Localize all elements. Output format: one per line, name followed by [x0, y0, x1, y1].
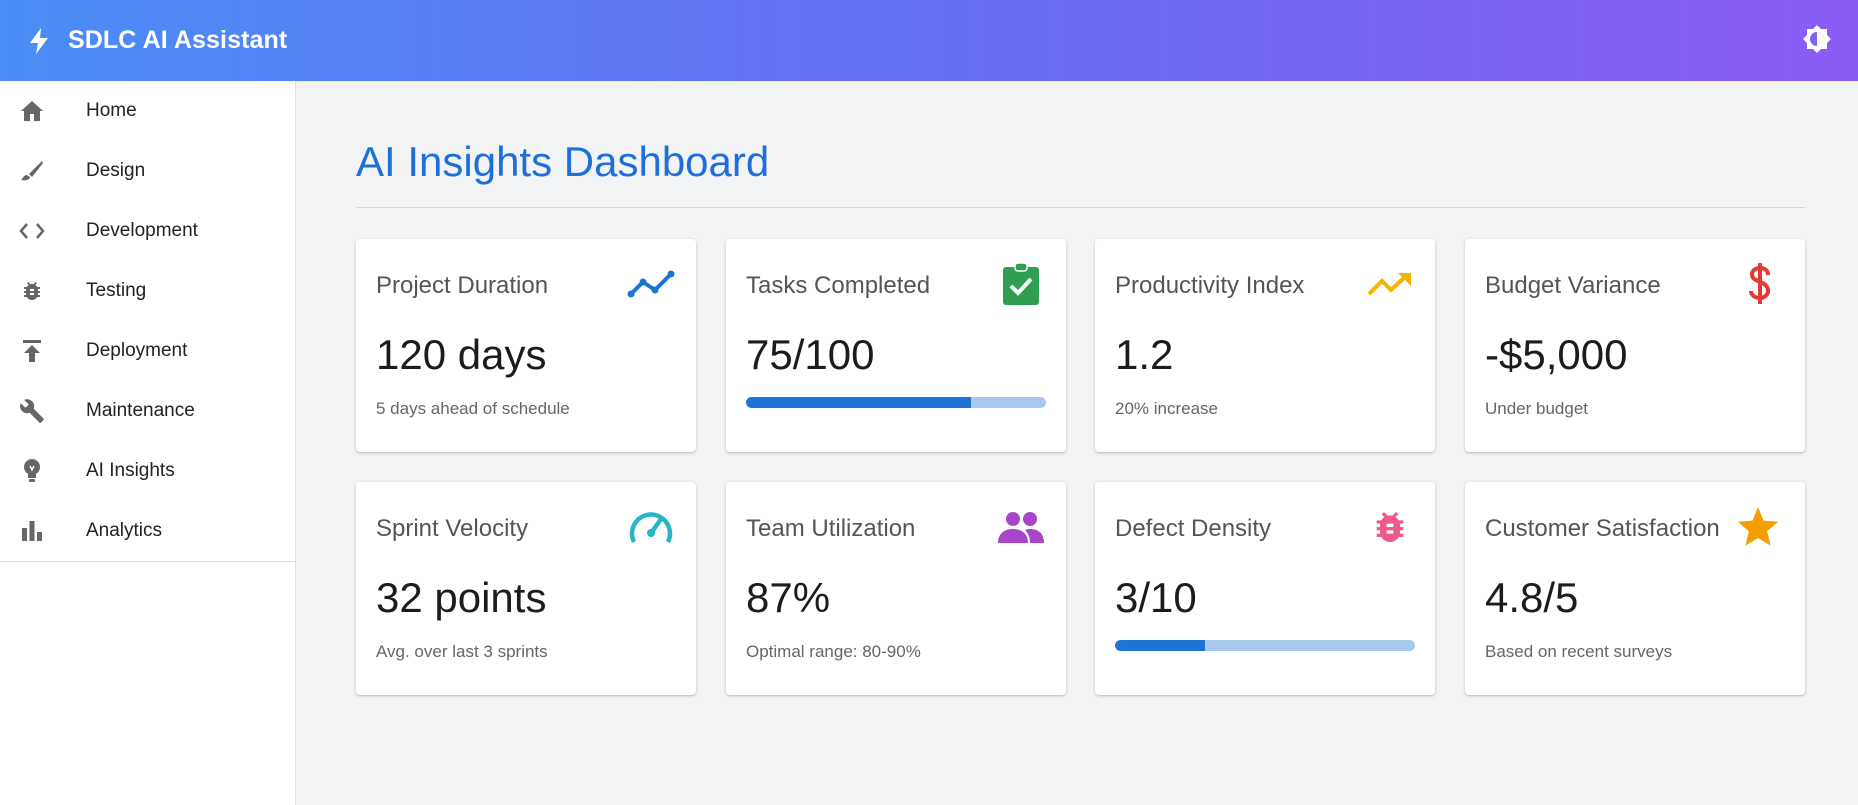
people-icon	[996, 504, 1046, 550]
bug-icon	[1365, 504, 1415, 550]
sidebar-item-label: Home	[86, 100, 137, 121]
bug-icon	[16, 275, 48, 307]
sidebar-item-development[interactable]: Development	[0, 201, 295, 261]
metric-card-defect-density: Defect Density 3/10	[1095, 482, 1435, 695]
clipboard-check-icon	[996, 261, 1046, 307]
sidebar-item-label: AI Insights	[86, 460, 175, 481]
sidebar-item-label: Development	[86, 220, 198, 241]
sidebar-item-label: Maintenance	[86, 400, 195, 421]
sidebar-item-maintenance[interactable]: Maintenance	[0, 381, 295, 441]
card-value: 87%	[746, 574, 831, 621]
speedometer-icon	[626, 504, 676, 550]
sidebar-item-label: Analytics	[86, 520, 163, 541]
sidebar-nav: Home Design Development Testing Deployme…	[0, 81, 295, 562]
sidebar-item-home[interactable]: Home	[0, 81, 295, 141]
lightbulb-icon	[16, 455, 48, 487]
metric-card-customer-satisfaction: Customer Satisfaction 4.8/5 Based on rec…	[1465, 482, 1805, 695]
progress-fill	[1115, 640, 1205, 651]
card-title: Productivity Index	[1115, 272, 1305, 299]
progress-fill	[746, 397, 971, 408]
tasks-progress-bar	[746, 397, 1046, 408]
brightness-icon	[1802, 24, 1832, 59]
card-value: 32 points	[376, 574, 547, 621]
card-subtitle: Based on recent surveys	[1485, 642, 1673, 661]
code-icon	[16, 215, 48, 247]
app-bar: SDLC AI Assistant	[0, 0, 1858, 81]
card-subtitle: Under budget	[1485, 399, 1589, 418]
page-title: AI Insights Dashboard	[356, 138, 770, 185]
card-subtitle: Optimal range: 80-90%	[746, 642, 921, 661]
brush-icon	[16, 155, 48, 187]
metric-card-team-utilization: Team Utilization 87% Optimal range: 80-9…	[726, 482, 1066, 695]
metric-card-project-duration: Project Duration 120 days 5 days ahead o…	[356, 239, 696, 452]
card-value: -$5,000	[1485, 331, 1628, 378]
card-value: 120 days	[376, 331, 547, 378]
dollar-icon	[1735, 261, 1785, 307]
sidebar-item-ai-insights[interactable]: AI Insights	[0, 441, 295, 501]
metric-card-sprint-velocity: Sprint Velocity 32 points Avg. over last…	[356, 482, 696, 695]
defect-progress-bar	[1115, 640, 1415, 651]
card-value: 75/100	[746, 331, 875, 378]
card-value: 3/10	[1115, 574, 1197, 621]
card-subtitle: 5 days ahead of schedule	[376, 399, 570, 418]
card-title: Tasks Completed	[746, 272, 931, 299]
wrench-icon	[16, 395, 48, 427]
sidebar-item-label: Deployment	[86, 340, 188, 361]
card-value: 1.2	[1115, 331, 1174, 378]
publish-icon	[16, 335, 48, 367]
sidebar-item-label: Testing	[86, 280, 147, 301]
card-title: Team Utilization	[746, 515, 916, 542]
sidebar: Home Design Development Testing Deployme…	[0, 81, 296, 805]
metric-card-tasks-completed: Tasks Completed 75/100	[726, 239, 1066, 452]
metric-card-budget-variance: Budget Variance -$5,000 Under budget	[1465, 239, 1805, 452]
trending-up-icon	[1365, 261, 1415, 307]
home-icon	[16, 95, 48, 127]
card-title: Defect Density	[1115, 515, 1272, 542]
sidebar-item-analytics[interactable]: Analytics	[0, 501, 295, 561]
main-content: AI Insights Dashboard Project Duration 1…	[296, 81, 1858, 805]
theme-toggle-button[interactable]	[1798, 22, 1836, 60]
card-title: Customer Satisfaction	[1485, 515, 1720, 542]
sidebar-item-testing[interactable]: Testing	[0, 261, 295, 321]
card-title: Project Duration	[376, 272, 549, 299]
timeline-icon	[626, 261, 676, 307]
card-subtitle: 20% increase	[1115, 399, 1219, 418]
card-value: 4.8/5	[1485, 574, 1579, 621]
sidebar-item-label: Design	[86, 160, 146, 181]
bar-chart-icon	[16, 515, 48, 547]
bolt-icon	[28, 26, 54, 56]
sidebar-item-deployment[interactable]: Deployment	[0, 321, 295, 381]
title-divider	[356, 207, 1805, 208]
card-title: Sprint Velocity	[376, 515, 529, 542]
card-title: Budget Variance	[1485, 272, 1661, 299]
metric-card-productivity-index: Productivity Index 1.2 20% increase	[1095, 239, 1435, 452]
star-icon	[1733, 504, 1783, 550]
app-title: SDLC AI Assistant	[68, 26, 288, 54]
card-subtitle: Avg. over last 3 sprints	[376, 642, 548, 661]
sidebar-item-design[interactable]: Design	[0, 141, 295, 201]
